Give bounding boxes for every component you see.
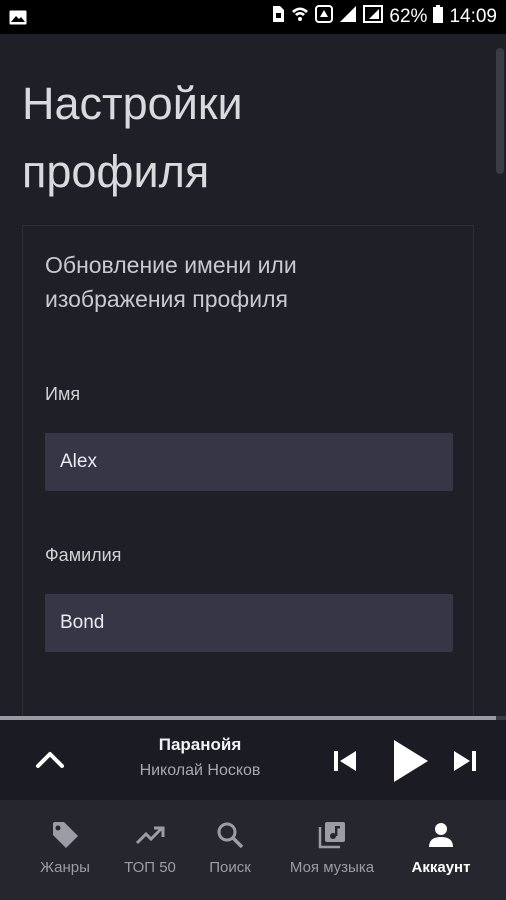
- tag-icon: [53, 822, 78, 848]
- page-title-line-1: Настройки: [22, 78, 243, 129]
- nav-item-top50[interactable]: ТОП 50: [110, 800, 190, 900]
- nav-item-my-music[interactable]: Моя музыка: [278, 800, 386, 900]
- nav-item-genres[interactable]: Жанры: [20, 800, 110, 900]
- skip-previous-icon: [334, 751, 356, 771]
- page-title: Настройки профиля: [22, 70, 462, 206]
- battery-percent: 62%: [389, 6, 428, 27]
- skip-next-icon: [454, 751, 476, 771]
- chevron-up-icon: [36, 752, 64, 768]
- card-heading-line-1: Обновление имени или: [45, 252, 297, 278]
- card-heading-line-2: изображения профиля: [45, 286, 288, 312]
- nav-label-my-music: Моя музыка: [289, 859, 375, 876]
- last-name-label: Фамилия: [45, 545, 122, 565]
- battery-icon: [433, 5, 444, 29]
- profile-card: Обновление имени или изображения профиля…: [22, 225, 474, 725]
- first-name-label: Имя: [45, 384, 81, 404]
- page-title-line-2: профиля: [22, 146, 210, 197]
- wifi-icon: [291, 5, 309, 29]
- sim-icon: [271, 5, 285, 29]
- bottom-navigation: Жанры ТОП 50 Поиск Моя музыка Аккаунт: [0, 800, 506, 900]
- last-name-input[interactable]: [45, 594, 453, 652]
- gallery-icon: [9, 9, 27, 31]
- library-music-icon: [318, 822, 345, 849]
- expand-player-button[interactable]: [30, 742, 70, 778]
- signal-icon-2: [363, 5, 384, 29]
- search-icon: [217, 822, 244, 849]
- clock: 14:09: [449, 6, 497, 27]
- track-artist: Николай Носков: [139, 762, 261, 779]
- previous-track-button[interactable]: [330, 746, 360, 776]
- first-name-input[interactable]: [45, 433, 453, 491]
- nav-item-account[interactable]: Аккаунт: [396, 800, 486, 900]
- nav-item-search[interactable]: Поиск: [192, 800, 268, 900]
- play-button[interactable]: [388, 738, 432, 784]
- nav-label-account: Аккаунт: [411, 859, 471, 876]
- mini-player: Паранойя Николай Носков: [0, 720, 506, 800]
- play-icon: [394, 740, 428, 782]
- next-track-button[interactable]: [450, 746, 480, 776]
- signal-icon: [339, 5, 357, 29]
- status-bar: 62% 14:09: [0, 0, 506, 34]
- track-title: Паранойя: [158, 735, 242, 754]
- trending-up-icon: [135, 826, 165, 845]
- nav-label-top50: ТОП 50: [124, 859, 176, 876]
- person-icon: [429, 823, 453, 847]
- card-heading: Обновление имени или изображения профиля: [45, 248, 455, 316]
- scrollbar[interactable]: [496, 48, 504, 174]
- data-icon: [315, 5, 334, 29]
- nav-label-search: Поиск: [209, 859, 251, 876]
- nav-label-genres: Жанры: [40, 859, 90, 876]
